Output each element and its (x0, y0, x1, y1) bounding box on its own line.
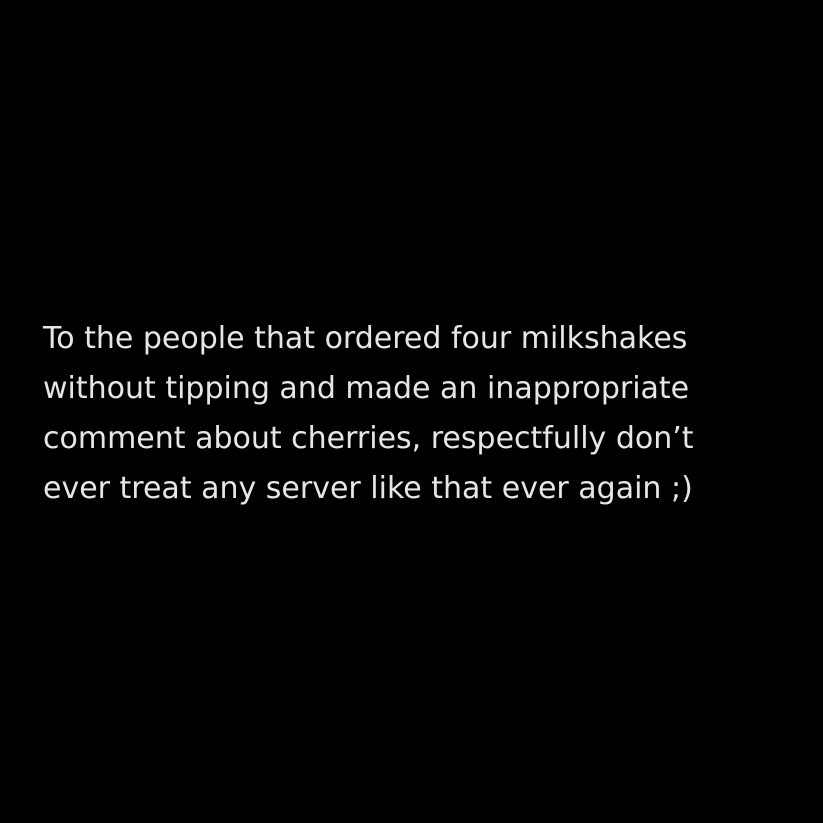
post-message-line-2: without tipping and made an inappropriat… (43, 371, 690, 406)
post-message: To the people that ordered four milkshak… (43, 314, 803, 514)
post-message-line-3: comment about cherries, respectfully don… (43, 421, 694, 456)
text-post-canvas: To the people that ordered four milkshak… (0, 0, 823, 823)
post-message-line-4: ever treat any server like that ever aga… (43, 471, 693, 506)
post-message-line-1: To the people that ordered four milkshak… (43, 321, 688, 356)
